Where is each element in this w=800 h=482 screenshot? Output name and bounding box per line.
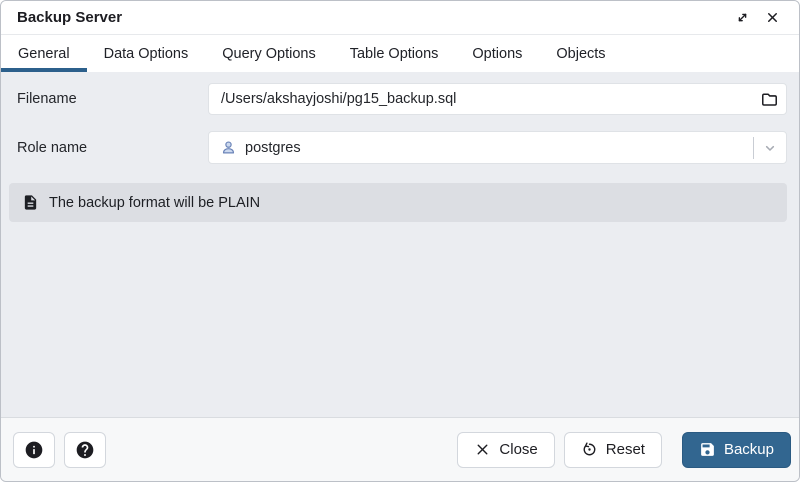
filename-field bbox=[208, 83, 787, 115]
role-label: Role name bbox=[17, 140, 208, 156]
close-button[interactable]: Close bbox=[457, 432, 554, 468]
document-icon bbox=[22, 194, 39, 211]
format-message-text: The backup format will be PLAIN bbox=[49, 195, 260, 211]
expand-icon[interactable] bbox=[733, 9, 751, 27]
user-icon bbox=[220, 139, 237, 156]
format-message-bar: The backup format will be PLAIN bbox=[9, 183, 787, 222]
close-button-label: Close bbox=[499, 441, 537, 458]
dialog-title: Backup Server bbox=[17, 9, 122, 26]
browse-file-button[interactable] bbox=[752, 84, 786, 114]
tab-options[interactable]: Options bbox=[455, 35, 539, 72]
tab-table-options[interactable]: Table Options bbox=[333, 35, 456, 72]
reset-icon bbox=[581, 441, 598, 458]
role-selected-value: postgres bbox=[245, 140, 753, 156]
tab-data-options[interactable]: Data Options bbox=[87, 35, 206, 72]
footer: Close Reset Backup bbox=[1, 417, 799, 481]
reset-button-label: Reset bbox=[606, 441, 645, 458]
reset-button[interactable]: Reset bbox=[564, 432, 662, 468]
save-floppy-icon bbox=[699, 441, 716, 458]
close-x-icon bbox=[474, 441, 491, 458]
filename-row: Filename bbox=[17, 83, 787, 115]
help-icon bbox=[75, 440, 95, 460]
titlebar: Backup Server bbox=[1, 1, 799, 35]
close-icon[interactable] bbox=[763, 9, 781, 27]
backup-server-dialog: Backup Server General Data Options Query… bbox=[0, 0, 800, 482]
chevron-down-icon[interactable] bbox=[754, 132, 786, 163]
info-button[interactable] bbox=[13, 432, 55, 468]
folder-icon bbox=[760, 90, 779, 109]
tabbar: General Data Options Query Options Table… bbox=[1, 35, 799, 72]
filename-input[interactable] bbox=[209, 84, 752, 114]
backup-button[interactable]: Backup bbox=[682, 432, 791, 468]
tab-query-options[interactable]: Query Options bbox=[205, 35, 333, 72]
filename-label: Filename bbox=[17, 91, 208, 107]
tab-objects[interactable]: Objects bbox=[539, 35, 622, 72]
info-icon bbox=[24, 440, 44, 460]
backup-button-label: Backup bbox=[724, 441, 774, 458]
role-select[interactable]: postgres bbox=[208, 131, 787, 164]
role-row: Role name postgres bbox=[17, 131, 787, 164]
tab-general[interactable]: General bbox=[1, 35, 87, 72]
help-button[interactable] bbox=[64, 432, 106, 468]
dialog-body: Filename Role name bbox=[1, 72, 799, 417]
